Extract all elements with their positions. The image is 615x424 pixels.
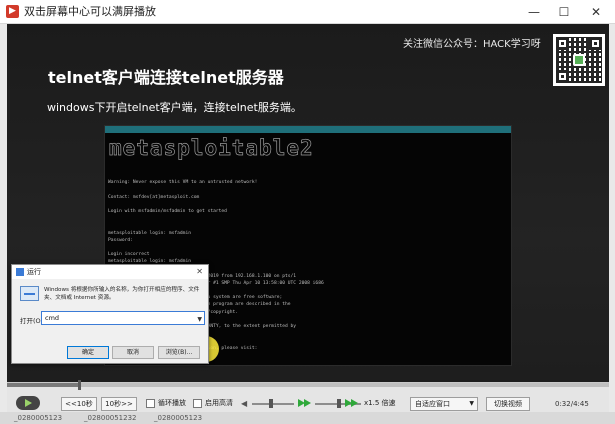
playback-controls: <<10秒 10秒>> 循环播放 启用高清 ◀ x1.5 倍速 自适应窗口 ▼ … [7,380,609,412]
seek-bar[interactable] [7,380,609,390]
minimize-button[interactable]: — [520,0,548,24]
forward-10s-button[interactable]: 10秒>> [101,397,137,411]
run-dialog-title: 运行 [27,268,41,276]
terminal-line: Password: [108,237,133,243]
speed-slider-thumb[interactable] [337,399,341,408]
terminal-line: Warning: Never expose this VM to an untr… [108,180,258,186]
volume-slider-thumb[interactable] [269,399,273,408]
run-dialog-icon [16,268,24,276]
slow-speed-icon-2 [304,399,311,407]
volume-icon[interactable]: ◀ [241,398,247,409]
wechat-follow-text: 关注微信公众号：HACK学习呀 [403,39,541,50]
chevron-down-icon: ▼ [469,400,474,407]
chevron-down-icon[interactable]: ▼ [197,314,202,326]
volume-slider[interactable] [252,403,294,405]
cancel-button[interactable]: 取消 [112,346,154,359]
seek-progress [7,383,80,387]
qr-code-icon [553,34,605,86]
run-dialog: 运行 ✕ Windows 将根据你所输入的名称，为你打开相应的程序、文件夹、文档… [11,264,209,364]
open-input[interactable]: cmd ▼ [41,311,205,325]
background-app-bottom: _0280005123 _02800051232 _0280005123 [0,412,615,424]
terminal-line: Login with msfadmin/msfadmin to get star… [108,208,227,214]
terminal-line: Login incorrect [108,252,150,258]
rewind-10s-button[interactable]: <<10秒 [61,397,97,411]
terminal-banner: metasploitable2 [109,136,314,161]
play-pause-button[interactable] [16,396,40,410]
switch-video-button[interactable]: 切换视频 [486,397,530,411]
speed-label: x1.5 倍速 [364,399,396,407]
fast-speed-icon-2 [351,399,358,407]
terminal-line: Contact: msfdev[at]metasploit.com [108,194,200,200]
background-item: _02800051232 [84,414,137,422]
background-item: _0280005123 [14,414,63,422]
run-program-icon [20,286,39,301]
background-app-strip-right [609,24,615,424]
loop-label: 循环播放 [158,399,186,407]
slide-subtitle: windows下开启telnet客户端，连接telnet服务端。 [47,101,302,114]
background-item: _0280005123 [154,414,203,422]
window-size-value: 自适应窗口 [415,400,450,408]
open-input-value: cmd [45,314,60,322]
run-dialog-close-button[interactable]: ✕ [196,266,203,278]
run-dialog-titlebar: 运行 ✕ [12,265,208,279]
loop-checkbox[interactable] [146,399,155,408]
hd-label: 启用高清 [205,399,233,407]
ok-button[interactable]: 确定 [67,346,109,359]
slide-title: telnet客户端连接telnet服务器 [48,68,284,87]
app-icon: ▶ [6,5,19,18]
player-window: ▶ 双击屏幕中心可以满屏播放 — ☐ ✕ 关注微信公众号：HACK学习呀 tel… [0,0,615,424]
close-button[interactable]: ✕ [582,0,610,24]
playback-time: 0:32/4:45 [555,400,589,408]
terminal-line: metasploitable login: msfadmin [108,230,191,236]
window-size-select[interactable]: 自适应窗口 ▼ [410,397,478,411]
browse-button[interactable]: 浏览(B)... [158,346,200,359]
background-app-strip [0,24,7,424]
window-title: 双击屏幕中心可以满屏播放 [24,5,156,18]
title-bar: ▶ 双击屏幕中心可以满屏播放 — ☐ ✕ [0,0,615,24]
seek-thumb[interactable] [78,380,82,390]
maximize-button[interactable]: ☐ [550,0,578,24]
terminal-titlebar [105,126,511,133]
hd-checkbox[interactable] [193,399,202,408]
run-dialog-description: Windows 将根据你所输入的名称，为你打开相应的程序、文件夹、文档或 Int… [44,287,200,301]
